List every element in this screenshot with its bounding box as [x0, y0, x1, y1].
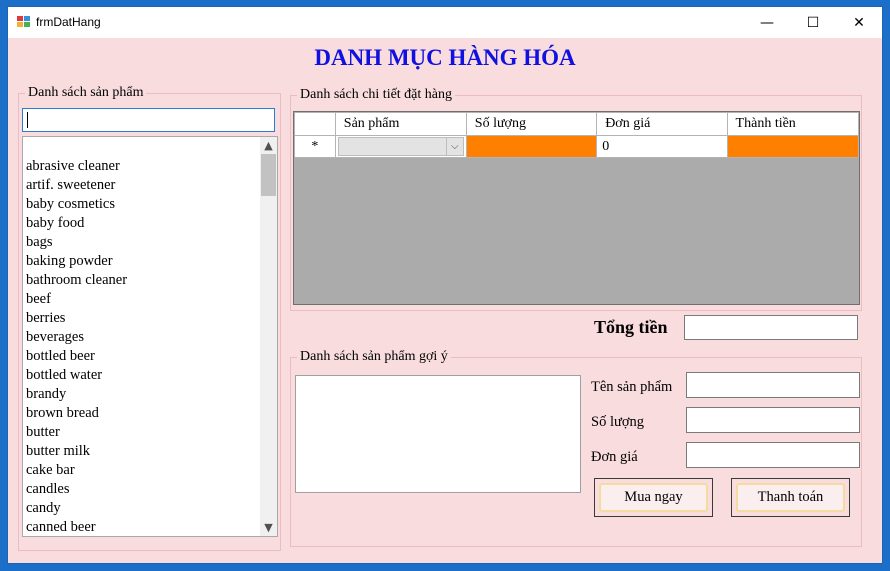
- column-header-total[interactable]: Thành tiền: [726, 112, 859, 136]
- list-item[interactable]: cake bar: [26, 461, 127, 480]
- cell-quantity[interactable]: [465, 135, 598, 158]
- app-icon: [17, 16, 31, 28]
- list-item[interactable]: artif. sweetener: [26, 176, 127, 195]
- buy-now-label: Mua ngay: [599, 483, 708, 512]
- product-combobox[interactable]: ⌵: [337, 137, 464, 156]
- quantity-label: Số lượng: [591, 414, 644, 430]
- list-item[interactable]: abrasive cleaner: [26, 157, 127, 176]
- maximize-button[interactable]: ☐: [790, 7, 836, 38]
- quantity-field[interactable]: [686, 407, 860, 433]
- list-item[interactable]: berries: [26, 309, 127, 328]
- product-name-label: Tên sản phẩm: [591, 379, 673, 395]
- grid-new-row[interactable]: * ⌵ 0: [294, 135, 859, 158]
- list-item[interactable]: baby cosmetics: [26, 195, 127, 214]
- page-title: DANH MỤC HÀNG HÓA: [314, 45, 576, 70]
- title-bar: frmDatHang — ☐ ✕: [8, 7, 882, 38]
- list-item[interactable]: brown bread: [26, 404, 127, 423]
- total-label: Tổng tiền: [594, 317, 668, 337]
- column-header-price[interactable]: Đơn giá: [596, 112, 728, 136]
- price-label: Đơn giá: [591, 449, 638, 465]
- window-title: frmDatHang: [36, 15, 101, 29]
- list-item[interactable]: bags: [26, 233, 127, 252]
- list-item[interactable]: brandy: [26, 385, 127, 404]
- scroll-up-icon[interactable]: ▲: [260, 137, 277, 154]
- listbox-scrollbar[interactable]: ▲ ▼: [260, 137, 277, 536]
- chevron-down-icon[interactable]: ⌵: [445, 138, 463, 155]
- list-item[interactable]: bottled water: [26, 366, 127, 385]
- product-search-input[interactable]: [22, 108, 275, 132]
- list-item[interactable]: canned beer: [26, 518, 127, 536]
- list-item[interactable]: bottled beer: [26, 347, 127, 366]
- cell-product[interactable]: ⌵: [334, 135, 467, 158]
- product-list-items: abrasive cleaner artif. sweetener baby cos…: [26, 157, 127, 536]
- column-header-product[interactable]: Sản phẩm: [334, 112, 467, 136]
- product-list-legend: Danh sách sản phẩm: [28, 85, 144, 100]
- checkout-label: Thanh toán: [736, 483, 845, 512]
- list-item[interactable]: candy: [26, 499, 127, 518]
- suggested-products-legend: Danh sách sản phẩm gợi ý: [300, 349, 448, 364]
- list-item[interactable]: butter milk: [26, 442, 127, 461]
- suggested-products-list[interactable]: [295, 375, 581, 493]
- list-item[interactable]: beef: [26, 290, 127, 309]
- close-button[interactable]: ✕: [836, 7, 882, 38]
- list-item[interactable]: baby food: [26, 214, 127, 233]
- cell-price[interactable]: 0: [596, 135, 728, 158]
- order-details-legend: Danh sách chi tiết đặt hàng: [300, 87, 453, 102]
- list-item[interactable]: baking powder: [26, 252, 127, 271]
- order-details-grid[interactable]: Sản phẩm Số lượng Đơn giá Thành tiền * ⌵…: [293, 111, 860, 305]
- list-item[interactable]: candles: [26, 480, 127, 499]
- minimize-button[interactable]: —: [744, 7, 790, 38]
- total-field[interactable]: [684, 315, 858, 340]
- scroll-thumb[interactable]: [261, 154, 276, 196]
- price-field[interactable]: [686, 442, 860, 468]
- grid-header-row: Sản phẩm Số lượng Đơn giá Thành tiền: [294, 112, 859, 136]
- column-header-quantity[interactable]: Số lượng: [465, 112, 598, 136]
- cell-total[interactable]: [726, 135, 859, 158]
- main-window: frmDatHang — ☐ ✕ DANH MỤC HÀNG HÓA Danh …: [7, 6, 883, 564]
- checkout-button[interactable]: Thanh toán: [731, 478, 850, 517]
- list-item[interactable]: butter: [26, 423, 127, 442]
- product-name-field[interactable]: [686, 372, 860, 398]
- product-listbox[interactable]: abrasive cleaner artif. sweetener baby cos…: [22, 136, 278, 537]
- scroll-down-icon[interactable]: ▼: [260, 519, 277, 536]
- list-item[interactable]: beverages: [26, 328, 127, 347]
- new-row-marker[interactable]: *: [294, 135, 336, 158]
- list-item[interactable]: bathroom cleaner: [26, 271, 127, 290]
- grid-corner-header: [294, 112, 336, 136]
- text-caret: [27, 112, 28, 128]
- buy-now-button[interactable]: Mua ngay: [594, 478, 713, 517]
